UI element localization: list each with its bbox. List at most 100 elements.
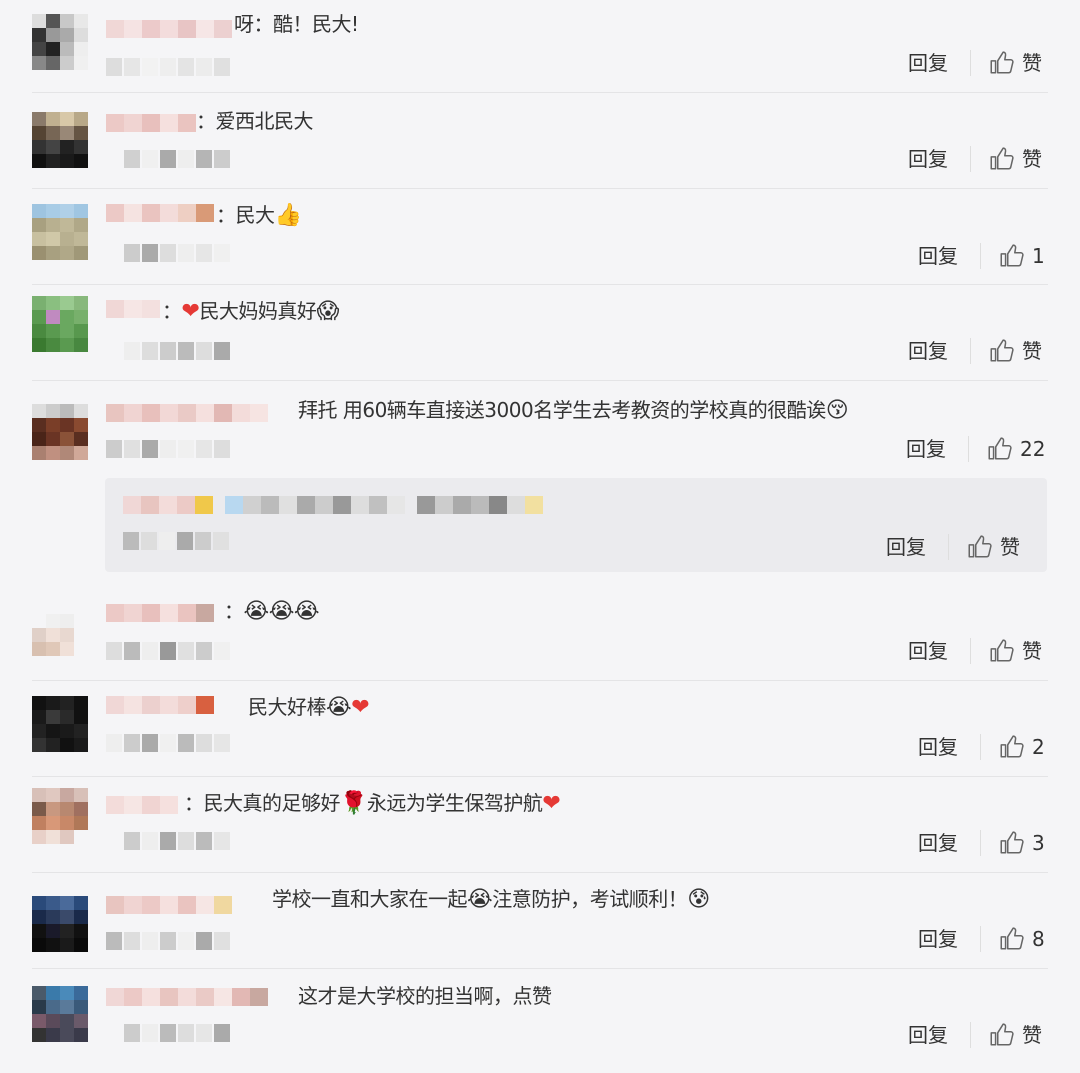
thumbs-up-icon	[988, 437, 1012, 460]
avatar[interactable]	[32, 404, 88, 460]
thumbs-up-icon	[1000, 831, 1024, 854]
username-blurred[interactable]	[106, 114, 196, 132]
reply-button[interactable]: 回复	[908, 1022, 948, 1048]
username-blurred[interactable]	[106, 604, 214, 622]
reply-button[interactable]: 回复	[906, 436, 946, 462]
avatar[interactable]	[32, 296, 88, 352]
like-count: 赞	[1022, 147, 1042, 171]
thumbs-up-icon	[1000, 244, 1024, 267]
reply-button[interactable]: 回复	[908, 146, 948, 172]
like-count: 赞	[1000, 535, 1020, 559]
thumbs-up-emoji-icon: 👍	[274, 203, 302, 228]
timestamp-blurred	[106, 58, 232, 76]
comment-divider	[32, 680, 1048, 681]
avatar[interactable]	[32, 696, 88, 752]
like-button[interactable]: 22	[986, 436, 1045, 462]
heart-icon: ❤	[181, 299, 200, 324]
thumbs-up-icon	[990, 639, 1014, 662]
comment-divider	[32, 776, 1048, 777]
timestamp-blurred	[123, 532, 231, 550]
like-count: 3	[1032, 831, 1045, 855]
comment-text: ：民大👍	[216, 203, 302, 228]
comment-divider	[32, 92, 1048, 93]
like-button[interactable]: 3	[998, 830, 1045, 856]
divider-vertical	[948, 534, 949, 560]
timestamp-blurred	[106, 932, 232, 950]
reply-button[interactable]: 回复	[918, 734, 958, 760]
divider-vertical	[970, 1022, 971, 1048]
reply-button[interactable]: 回复	[918, 926, 958, 952]
kiss-emoji-icon: 😚	[825, 398, 849, 423]
thumbs-up-icon	[990, 1023, 1014, 1046]
timestamp-blurred	[124, 150, 232, 168]
thumbs-up-icon	[990, 147, 1014, 170]
crying-emoji-icon: 😭	[467, 887, 493, 912]
comment-divider	[32, 872, 1048, 873]
comment-text: ：😭😭😭	[224, 599, 320, 624]
like-button[interactable]: 赞	[988, 146, 1042, 172]
reply-button[interactable]: 回复	[918, 243, 958, 269]
avatar[interactable]	[32, 788, 88, 844]
timestamp-blurred	[124, 1024, 232, 1042]
like-button[interactable]: 赞	[988, 638, 1042, 664]
like-count: 22	[1020, 437, 1046, 461]
comment-divider	[32, 284, 1048, 285]
divider-vertical	[970, 146, 971, 172]
divider-vertical	[980, 734, 981, 760]
username-blurred[interactable]	[106, 896, 232, 914]
avatar[interactable]	[32, 986, 88, 1042]
thumbs-up-icon	[990, 339, 1014, 362]
username-blurred[interactable]	[106, 796, 178, 814]
avatar[interactable]	[32, 112, 88, 168]
timestamp-blurred	[106, 440, 232, 458]
crying-emoji-icon: 😭	[326, 695, 352, 720]
username-blurred[interactable]	[106, 988, 268, 1006]
like-button[interactable]: 8	[998, 926, 1045, 952]
reply-button[interactable]: 回复	[886, 534, 926, 560]
username-blurred[interactable]	[106, 300, 160, 318]
username-blurred[interactable]	[106, 204, 214, 222]
heart-icon: ❤	[542, 791, 561, 816]
like-count: 赞	[1022, 639, 1042, 663]
divider-vertical	[970, 50, 971, 76]
divider-vertical	[980, 830, 981, 856]
comment-text: ：民大真的足够好🌹永远为学生保驾护航❤	[184, 791, 561, 816]
timestamp-blurred	[124, 832, 232, 850]
username-blurred[interactable]	[106, 404, 268, 422]
thumbs-up-icon	[1000, 927, 1024, 950]
rose-emoji-icon: 🌹	[340, 791, 367, 816]
avatar[interactable]	[32, 896, 88, 952]
like-button[interactable]: 赞	[988, 338, 1042, 364]
username-blurred[interactable]	[106, 20, 232, 38]
like-count: 8	[1032, 927, 1045, 951]
comment-divider	[32, 968, 1048, 969]
avatar[interactable]	[32, 614, 88, 670]
thumbs-up-icon	[1000, 735, 1024, 758]
reply-button[interactable]: 回复	[908, 638, 948, 664]
reply-button[interactable]: 回复	[908, 50, 948, 76]
like-button[interactable]: 2	[998, 734, 1045, 760]
reply-button[interactable]: 回复	[918, 830, 958, 856]
divider-vertical	[970, 338, 971, 364]
reply-button[interactable]: 回复	[908, 338, 948, 364]
avatar[interactable]	[32, 14, 88, 70]
anxious-emoji-icon: 😰	[687, 887, 710, 912]
username-blurred[interactable]	[106, 696, 214, 714]
timestamp-blurred	[106, 734, 232, 752]
sub-reply-text-blurred	[123, 496, 543, 514]
like-button[interactable]: 赞	[988, 50, 1042, 76]
crying-emoji-icon: 😭😭😭	[243, 599, 320, 624]
like-button[interactable]: 赞	[966, 534, 1020, 560]
avatar[interactable]	[32, 204, 88, 260]
heart-icon: ❤	[351, 695, 370, 720]
comment-text: 呀：酷！民大!	[234, 12, 359, 36]
divider-vertical	[968, 436, 969, 462]
like-button[interactable]: 1	[998, 243, 1045, 269]
timestamp-blurred	[124, 244, 232, 262]
like-button[interactable]: 赞	[988, 1022, 1042, 1048]
thumbs-up-icon	[990, 51, 1014, 74]
like-count: 2	[1032, 735, 1045, 759]
comment-text: ：爱西北民大	[196, 109, 314, 133]
comment-text: 拜托 用60辆车直接送3000名学生去考教资的学校真的很酷诶😚	[298, 398, 849, 423]
timestamp-blurred	[124, 342, 232, 360]
